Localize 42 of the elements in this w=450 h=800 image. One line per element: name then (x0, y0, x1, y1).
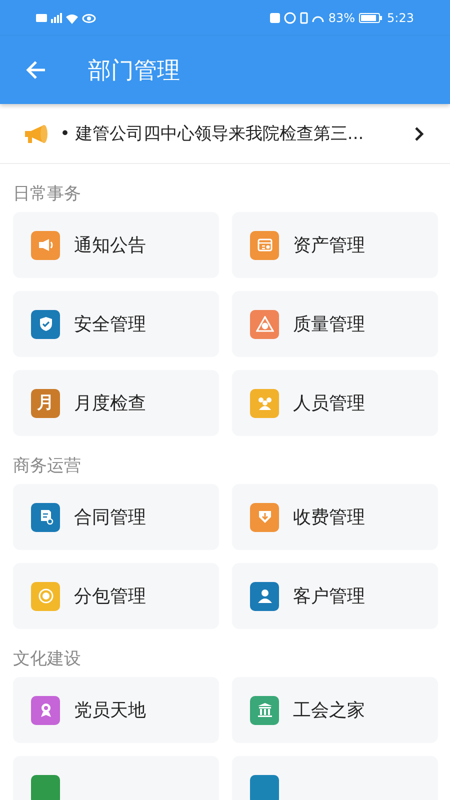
tile-label: 月度检查 (74, 392, 146, 415)
section-heading: 文化建设 (12, 648, 82, 671)
tile-label: 客户管理 (293, 585, 365, 608)
menu-tile[interactable]: 工会之家 (232, 677, 438, 743)
signal-icon (51, 13, 62, 23)
tile-label: 工会之家 (293, 699, 365, 722)
speed-icon (312, 14, 324, 22)
menu-tile[interactable]: 安全管理 (13, 291, 219, 357)
menu-tile[interactable]: 人员管理 (232, 370, 438, 436)
icon-glyph: 月 (37, 394, 54, 412)
tile-label: 党员天地 (74, 699, 146, 722)
tile-label: 通知公告 (74, 234, 146, 257)
menu-tile[interactable]: 通知公告 (13, 212, 219, 278)
back-arrow-icon (25, 60, 47, 80)
page-title: 部门管理 (88, 56, 180, 86)
section-heading: 日常事务 (12, 183, 82, 206)
tile-label: 合同管理 (74, 506, 146, 529)
notice-text: • 建管公司四中心领导来我院检查第三... (60, 123, 365, 145)
menu-tile[interactable]: 资产管理 (232, 212, 438, 278)
menu-tile[interactable]: 合同管理 (13, 484, 219, 550)
clock-time: 5:23 (387, 11, 414, 25)
eye-icon (82, 14, 96, 22)
megaphone-icon (24, 122, 50, 144)
alarm-icon (284, 12, 296, 24)
menu-tile[interactable]: 客户管理 (232, 563, 438, 629)
battery-percentage: 83% (328, 11, 356, 25)
tile-label: 收费管理 (293, 506, 365, 529)
battery-icon (359, 12, 384, 24)
tile-label: 资产管理 (293, 234, 365, 257)
tile-label: 分包管理 (74, 585, 146, 608)
tile-label: 安全管理 (74, 313, 146, 336)
chevron-right-icon (414, 126, 424, 142)
tile-label: 人员管理 (293, 392, 365, 415)
menu-tile[interactable]: 月 月度检查 (13, 370, 219, 436)
vibrate-icon (300, 12, 308, 24)
menu-tile[interactable]: 分包管理 (13, 563, 219, 629)
menu-tile[interactable]: 党员天地 (13, 677, 219, 743)
menu-tile[interactable]: 收费管理 (232, 484, 438, 550)
tile-label: 质量管理 (293, 313, 365, 336)
section-heading: 商务运营 (12, 455, 82, 478)
wifi-icon (66, 12, 78, 24)
menu-tile[interactable]: 质量管理 (232, 291, 438, 357)
